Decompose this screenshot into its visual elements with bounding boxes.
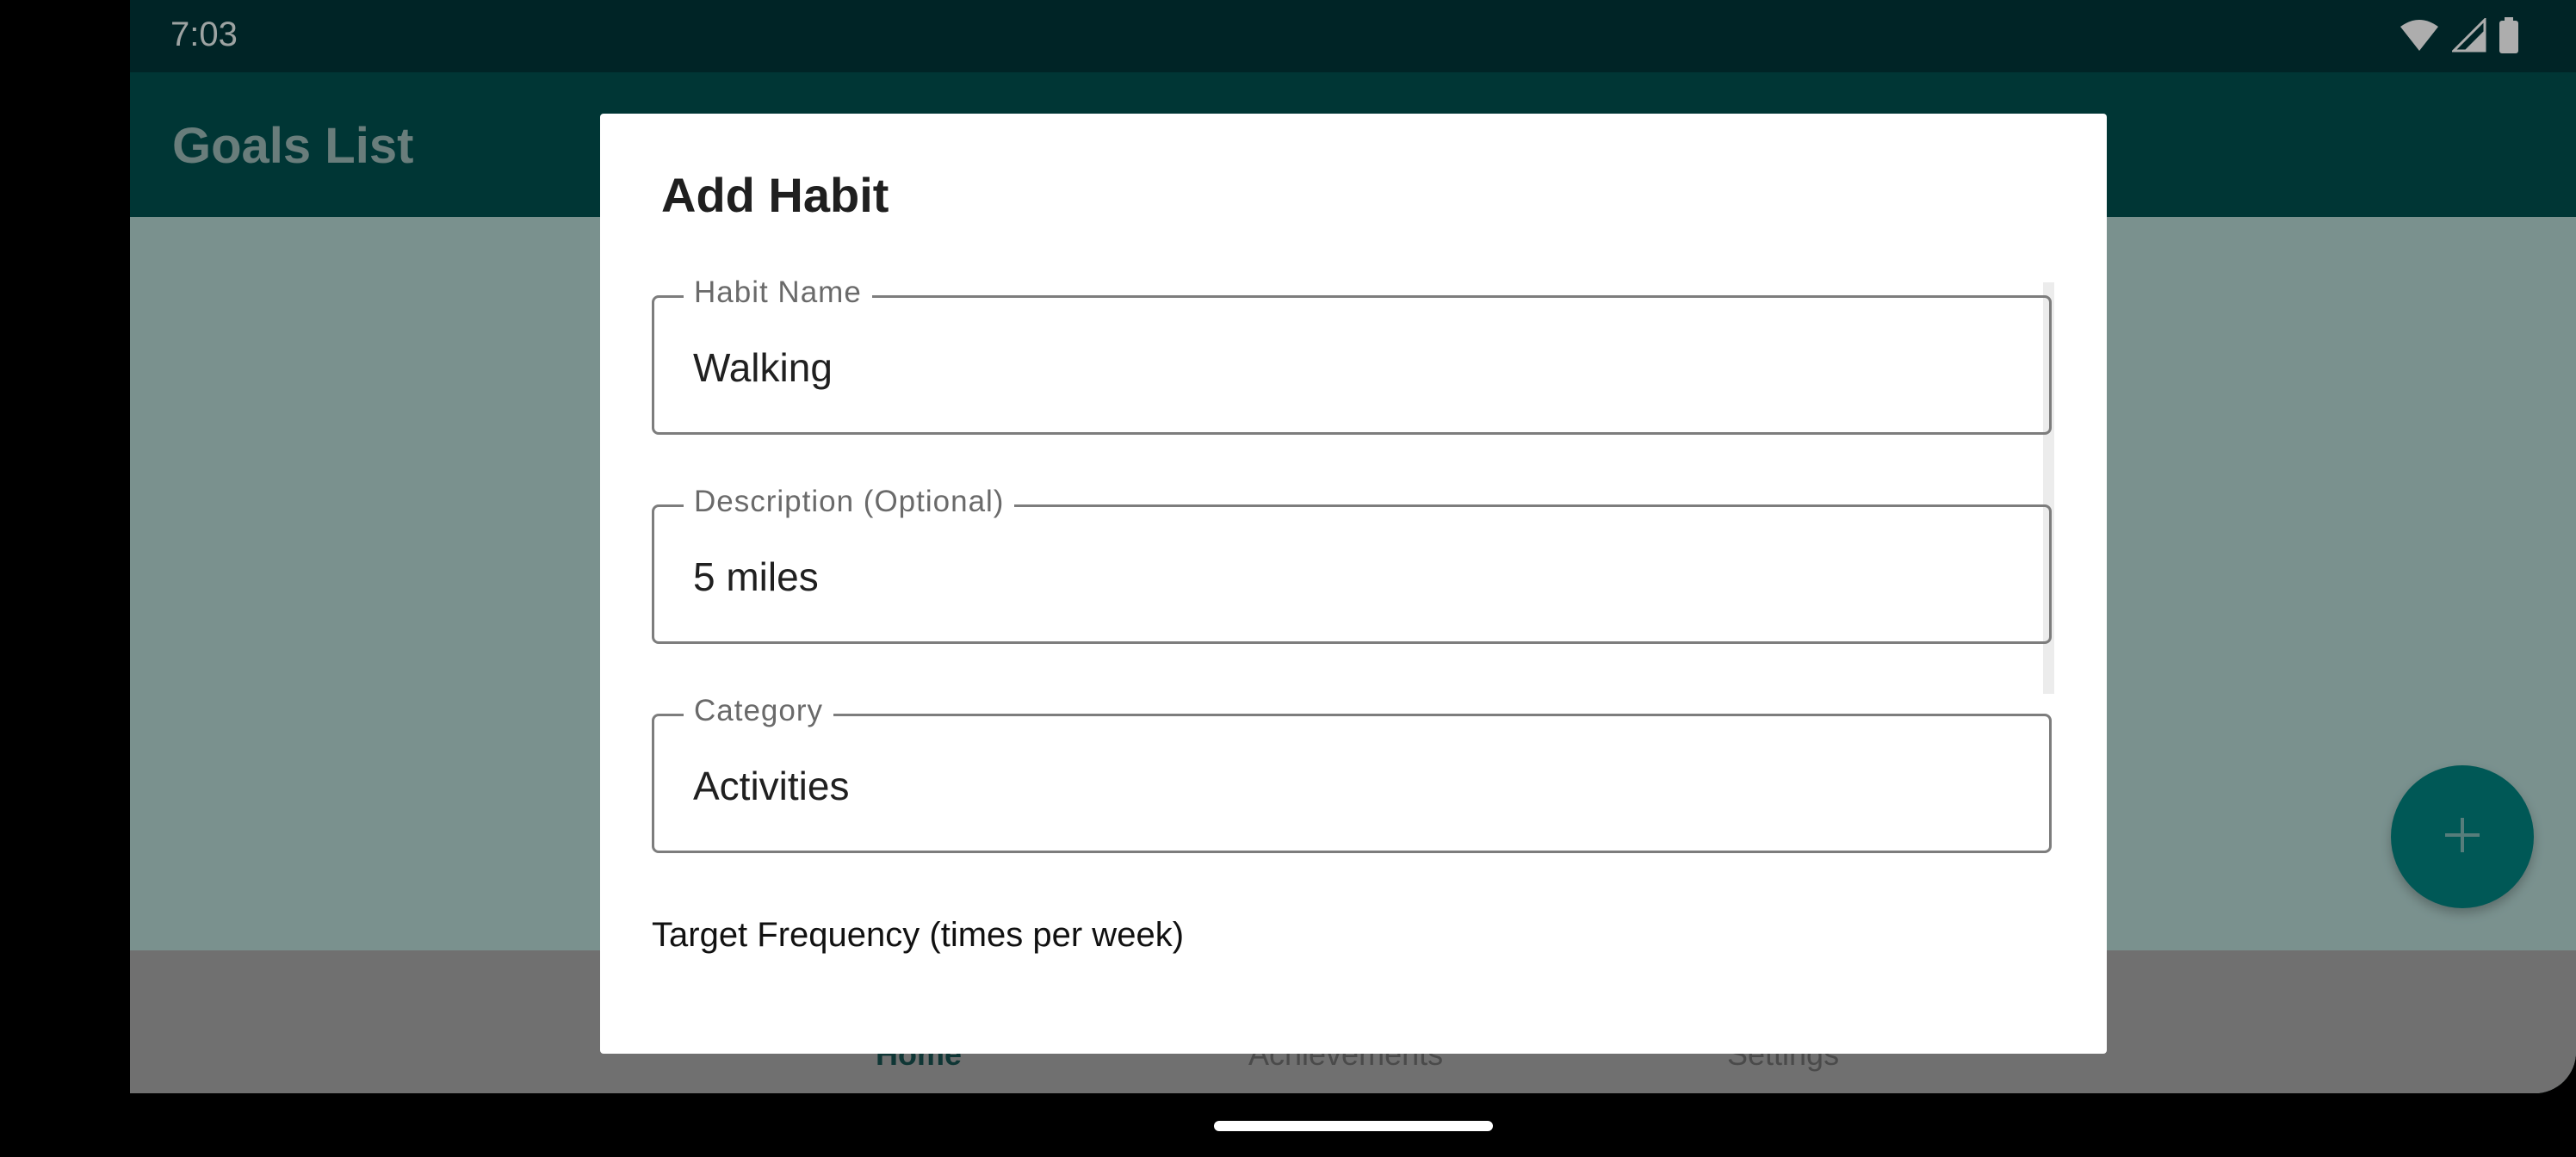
description-field[interactable]: Description (Optional) 5 miles <box>652 485 2052 644</box>
category-value[interactable]: Activities <box>693 763 849 809</box>
add-habit-dialog: Add Habit Habit Name Walking Description… <box>600 114 2107 1054</box>
target-frequency-label: Target Frequency (times per week) <box>652 916 1185 954</box>
habit-name-field[interactable]: Habit Name Walking <box>652 275 2052 435</box>
description-label: Description (Optional) <box>684 485 1015 519</box>
description-value[interactable]: 5 miles <box>693 554 819 600</box>
gesture-navigation-bar[interactable] <box>1214 1121 1493 1131</box>
category-label: Category <box>684 694 834 728</box>
habit-name-label: Habit Name <box>684 275 872 310</box>
category-field[interactable]: Category Activities <box>652 694 2052 853</box>
dialog-title: Add Habit <box>661 168 889 222</box>
habit-name-value[interactable]: Walking <box>693 344 833 391</box>
